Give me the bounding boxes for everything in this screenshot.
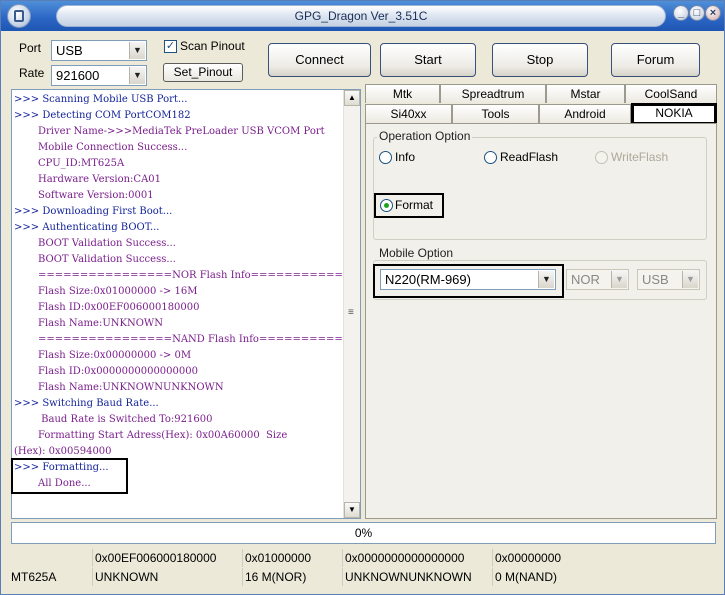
chevron-down-icon[interactable]: ▼ [538, 271, 554, 288]
window-title: GPG_Dragon Ver_3.51C [294, 9, 428, 23]
start-button[interactable]: Start [380, 43, 476, 77]
status-row-2: MT625A UNKNOWN 16 M(NOR) UNKNOWNUNKNOWN 0 M(… [9, 568, 716, 586]
readflash-radio[interactable] [484, 151, 497, 164]
log-line: Flash Size:0x01000000 -> 16M [38, 286, 198, 297]
close-button[interactable]: × [705, 5, 721, 21]
flash-type-select[interactable]: NOR ▼ [566, 269, 629, 290]
log-scrollbar[interactable]: ▲ ≡ ▼ [343, 90, 360, 518]
log-line: ================NAND Flash Info=========… [38, 334, 361, 345]
scan-pinout-label: Scan Pinout [180, 39, 245, 53]
format-label: Format [395, 198, 434, 212]
status-cell [9, 549, 92, 567]
chevron-down-icon[interactable]: ▼ [129, 67, 145, 84]
progress-text: 0% [354, 526, 373, 540]
chevron-down-icon[interactable]: ▼ [611, 271, 627, 288]
log-line: Flash Size:0x00000000 -> 0M [38, 350, 192, 361]
tab-row-2: Si40xx Tools Android NOKIA [365, 103, 717, 125]
format-radio[interactable] [380, 199, 393, 212]
tab-mtk[interactable]: Mtk [365, 84, 440, 103]
app-window: GPG_Dragon Ver_3.51C _ □ × Port USB ▼ Ra… [0, 0, 725, 595]
log-line: Flash Name:UNKNOWN [38, 318, 163, 329]
scroll-down-icon[interactable]: ▼ [344, 502, 360, 518]
tab-si40xx[interactable]: Si40xx [365, 104, 452, 123]
status-cell: UNKNOWN [92, 568, 242, 586]
set-pinout-button[interactable]: Set_Pinout [163, 63, 243, 82]
chevron-down-icon[interactable]: ▼ [682, 271, 698, 288]
port-select[interactable]: USB ▼ [51, 40, 147, 61]
operation-option-title: Operation Option [377, 129, 473, 143]
scan-pinout-checkbox[interactable]: ✓ [164, 40, 177, 53]
status-cell: 0x0000000000000000 [342, 549, 492, 567]
tab-row-1: Mtk Spreadtrum Mstar CoolSand [365, 84, 717, 104]
log-line: CPU_ID:MT625A [38, 158, 125, 169]
log-line: BOOT Validation Success... [38, 238, 176, 249]
scroll-grip-icon[interactable]: ≡ [348, 308, 356, 318]
status-cell: 0x01000000 [242, 549, 342, 567]
log-line: Formatting Start Adress(Hex): 0x00A60000… [38, 430, 288, 441]
log-line: ================NOR Flash Info==========… [38, 270, 361, 281]
minimize-button[interactable]: _ [673, 5, 689, 21]
status-cell: MT625A [11, 570, 57, 584]
log-line: Flash Name:UNKNOWNUNKNOWN [38, 382, 224, 393]
rate-value: 921600 [56, 68, 100, 83]
log-lines: >>> Scanning Mobile USB Port... >>> Detec… [14, 92, 361, 492]
log-line: Driver Name->>>MediaTek PreLoader USB VC… [38, 126, 325, 137]
model-select[interactable]: N220(RM-969) ▼ [380, 269, 556, 290]
log-line: Software Version:0001 [38, 190, 154, 201]
info-radio[interactable] [379, 151, 392, 164]
status-cell: 0x00000000 [492, 549, 716, 567]
tab-spreadtrum[interactable]: Spreadtrum [440, 84, 546, 103]
highlight-box-log [11, 458, 128, 494]
stop-button[interactable]: Stop [492, 43, 588, 77]
log-line: >>> Downloading First Boot... [14, 206, 173, 217]
tab-coolsand[interactable]: CoolSand [625, 84, 717, 103]
tab-mstar[interactable]: Mstar [546, 84, 625, 103]
status-cell: 16 M(NOR) [242, 568, 342, 586]
status-cell: UNKNOWNUNKNOWN [342, 568, 492, 586]
flash-type-value: NOR [571, 272, 600, 287]
rate-label: Rate [19, 66, 45, 80]
log-line: Mobile Connection Success... [38, 142, 188, 153]
log-line: >>> Switching Baud Rate... [14, 398, 159, 409]
title-bar[interactable]: GPG_Dragon Ver_3.51C _ □ × [1, 1, 724, 31]
dragon-app-icon [7, 4, 31, 28]
tab-nokia[interactable]: NOKIA [631, 103, 717, 125]
writeflash-radio[interactable] [595, 151, 608, 164]
model-value: N220(RM-969) [385, 272, 471, 287]
forum-button[interactable]: Forum [611, 43, 700, 77]
log-line: Flash ID:0x0000000000000000 [38, 366, 198, 377]
port-label: Port [19, 41, 42, 55]
connect-button[interactable]: Connect [268, 43, 371, 77]
readflash-label: ReadFlash [500, 150, 559, 164]
log-line: Hardware Version:CA01 [38, 174, 162, 185]
log-line: Baud Rate is Switched To:921600 [38, 414, 213, 425]
writeflash-label: WriteFlash [611, 150, 669, 164]
log-line: BOOT Validation Success... [38, 254, 176, 265]
status-row-1: 0x00EF006000180000 0x01000000 0x0000000000… [9, 549, 716, 567]
status-cell: 0 M(NAND) [492, 568, 716, 586]
tab-android[interactable]: Android [539, 104, 631, 123]
rate-select[interactable]: 921600 ▼ [51, 65, 147, 86]
info-label: Info [395, 150, 416, 164]
log-line: >>> Authenticating BOOT... [14, 222, 160, 233]
connection-value: USB [642, 272, 669, 287]
connection-select[interactable]: USB ▼ [637, 269, 700, 290]
log-line: Flash ID:0x00EF006000180000 [38, 302, 200, 313]
port-value: USB [56, 43, 83, 58]
progress-bar: 0% [11, 522, 716, 544]
scroll-up-icon[interactable]: ▲ [344, 90, 360, 106]
mobile-option-title: Mobile Option [377, 246, 456, 260]
log-output[interactable]: >>> Scanning Mobile USB Port... >>> Detec… [11, 89, 361, 519]
nokia-panel: Operation Option Info ReadFlash WriteFla… [365, 123, 717, 519]
maximize-button[interactable]: □ [689, 5, 705, 21]
log-line: >>> Scanning Mobile USB Port... [14, 94, 188, 105]
log-line: >>> Detecting COM PortCOM182 [14, 110, 191, 121]
status-cell: 0x00EF006000180000 [92, 549, 242, 567]
tab-tools[interactable]: Tools [452, 104, 539, 123]
chevron-down-icon[interactable]: ▼ [129, 42, 145, 59]
